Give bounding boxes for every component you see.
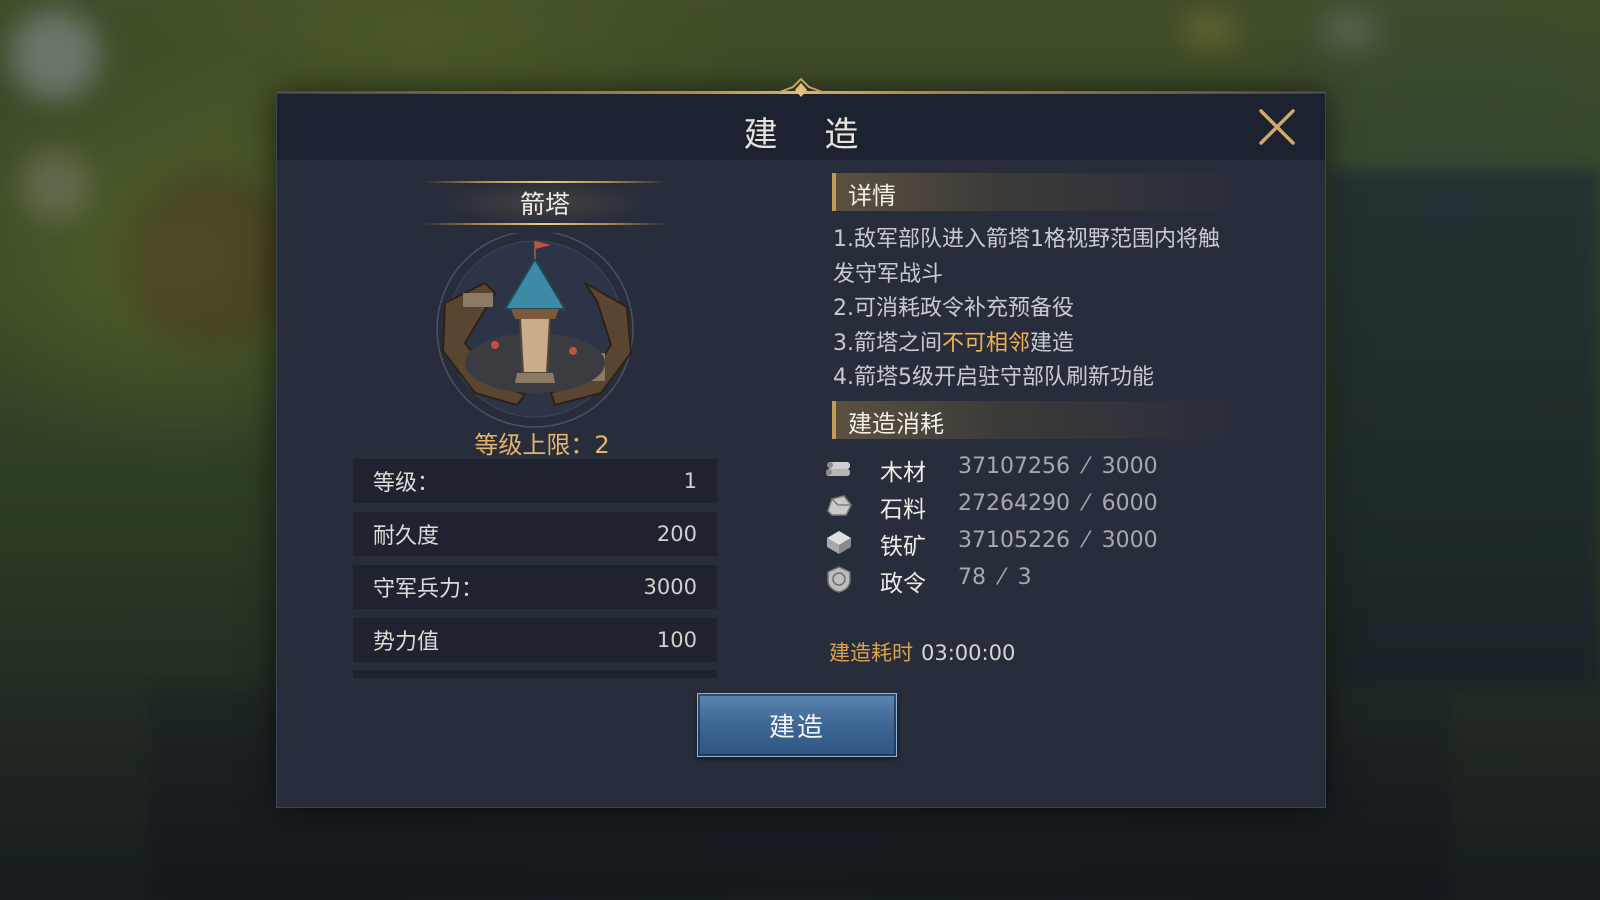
decree-icon — [827, 566, 851, 593]
details-line: 3.箭塔之间不可相邻建造 — [833, 330, 1075, 356]
stat-value: 3000 — [643, 575, 697, 599]
highlight-text: 不可相邻 — [942, 330, 1031, 356]
resource-amount: 37107256 ⁄ 3000 — [958, 454, 1158, 479]
cost-section-header: 建造消耗 — [832, 401, 1252, 439]
build-time: 建造耗时 03:00:00 — [829, 637, 1015, 667]
details-line: 发守军战斗 — [833, 261, 944, 287]
build-time-value: 03:00:00 — [921, 641, 1016, 665]
build-button[interactable]: 建造 — [697, 693, 897, 757]
resource-row-iron: 铁矿 37105226 ⁄ 3000 — [824, 525, 1204, 560]
details-text: 1.敌军部队进入箭塔1格视野范围内将触 发守军战斗 2.可消耗政令补充预备役 3… — [833, 223, 1273, 396]
stat-label: 守军兵力： — [373, 577, 484, 602]
resource-row-decree: 政令 78 ⁄ 3 — [824, 562, 1204, 597]
stat-row-influence: 势力值 100 — [353, 618, 717, 662]
build-button-label: 建造 — [768, 712, 825, 743]
arrow-tower-icon — [436, 233, 634, 428]
building-name-banner: 箭塔 — [413, 179, 677, 227]
resource-name: 铁矿 — [880, 534, 926, 560]
stone-icon — [827, 495, 852, 516]
resource-row-stone: 石料 27264290 ⁄ 6000 — [824, 488, 1204, 523]
iron-ore-icon — [827, 531, 851, 554]
details-line: 4.箭塔5级开启驻守部队刷新功能 — [833, 365, 1154, 390]
resource-name: 政令 — [880, 571, 926, 597]
stat-row-level: 等级： 1 — [353, 459, 717, 503]
resource-name: 石料 — [880, 497, 926, 523]
dialog-title: 建 造 — [743, 115, 877, 155]
level-cap: 等级上限：2 — [474, 431, 610, 459]
resource-row-wood: 木材 37107256 ⁄ 3000 — [824, 451, 1204, 486]
build-time-label: 建造耗时 — [829, 641, 913, 665]
stat-value: 1 — [683, 469, 697, 493]
wood-icon — [826, 462, 850, 476]
stat-row-garrison: 守军兵力： 3000 — [353, 565, 717, 609]
stat-label: 耐久度 — [373, 524, 440, 549]
details-line: 2.可消耗政令补充预备役 — [833, 296, 1074, 321]
close-icon[interactable] — [1255, 105, 1299, 149]
stat-label: 等级： — [373, 471, 440, 496]
resource-name: 木材 — [880, 460, 926, 486]
details-title: 详情 — [848, 182, 896, 210]
stat-list-scroll-hint[interactable] — [353, 670, 717, 678]
stat-value: 100 — [656, 628, 697, 652]
resource-amount: 78 ⁄ 3 — [958, 565, 1032, 590]
build-dialog: 建 造 箭塔 等级上限：2 等级： 1 耐久度 200 守军兵力： 3000 势… — [276, 77, 1326, 808]
building-name: 箭塔 — [519, 190, 570, 219]
stat-row-durability: 耐久度 200 — [353, 512, 717, 556]
cost-title: 建造消耗 — [848, 410, 944, 438]
resource-amount: 27264290 ⁄ 6000 — [958, 491, 1158, 516]
stat-label: 势力值 — [373, 630, 440, 655]
details-line: 1.敌军部队进入箭塔1格视野范围内将触 — [833, 227, 1220, 252]
resource-amount: 37105226 ⁄ 3000 — [958, 528, 1158, 553]
details-section-header: 详情 — [832, 173, 1252, 211]
stat-value: 200 — [656, 522, 697, 546]
header-ornament-icon — [737, 77, 865, 97]
